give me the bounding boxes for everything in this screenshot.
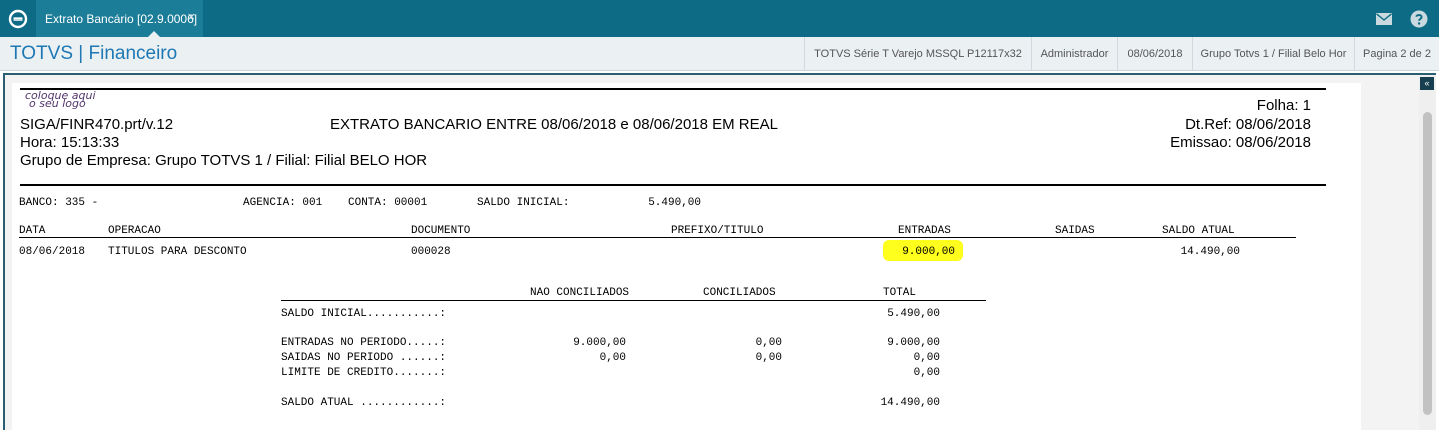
branch-info: Grupo Totvs 1 / Filial Belo Hor xyxy=(1192,37,1354,70)
totvs-logo-icon[interactable] xyxy=(0,0,36,37)
summary-entradas-nao: 9.000,00 xyxy=(573,337,626,349)
summary-col-nao-conciliados: NAO CONCILIADOS xyxy=(530,287,630,299)
summary-saldo-inicial-total: 5.490,00 xyxy=(887,308,940,320)
row-documento: 000028 xyxy=(411,246,451,258)
report-page: coloque aqui o seu logo Folha: 1 SIGA/FI… xyxy=(12,83,1361,430)
account-number: CONTA: 00001 xyxy=(348,197,428,209)
tab-title: Extrato Bancário [02.9.0006] xyxy=(45,11,198,26)
summary-header-rule xyxy=(281,300,986,301)
company-logo: coloque aqui o seu logo xyxy=(25,90,96,110)
report-viewer: « coloque aqui o seu logo Folha: 1 SIGA/… xyxy=(3,73,1436,430)
row-operacao: TITULOS PARA DESCONTO xyxy=(108,246,247,258)
summary-saidas-nao: 0,00 xyxy=(599,352,626,364)
summary-limite-label: LIMITE DE CREDITO.......: xyxy=(281,367,447,379)
initial-balance-label: SALDO INICIAL: xyxy=(477,197,570,209)
summary-col-total: TOTAL xyxy=(883,287,917,299)
summary-limite-total: 0,00 xyxy=(913,367,940,379)
collapse-panel-icon[interactable]: « xyxy=(1420,77,1434,90)
row-saldo-atual: 14.490,00 xyxy=(1180,246,1240,258)
environment-info: TOTVS Série T Varejo MSSQL P12117x32 xyxy=(804,37,1031,70)
help-icon[interactable] xyxy=(1409,9,1429,29)
app-title: TOTVS | Financeiro xyxy=(10,43,178,64)
summary-saldo-atual-label: SALDO ATUAL ............: xyxy=(281,397,447,409)
report-title: EXTRATO BANCARIO ENTRE 08/06/2018 e 08/0… xyxy=(330,116,778,133)
tab-extrato-bancario[interactable]: Extrato Bancário [02.9.0006] × xyxy=(36,0,203,37)
top-bar: Extrato Bancário [02.9.0006] × xyxy=(0,0,1439,37)
header-top-rule xyxy=(20,88,1326,90)
summary-entradas-conc: 0,00 xyxy=(755,337,782,349)
date-info: 08/06/2018 xyxy=(1117,37,1192,70)
title-bar: TOTVS | Financeiro TOTVS Série T Varejo … xyxy=(0,37,1439,71)
emission-date: Emissao: 08/06/2018 xyxy=(1170,134,1311,151)
summary-entradas-total: 9.000,00 xyxy=(887,337,940,349)
page-number: Folha: 1 xyxy=(1256,97,1311,114)
scrollbar-thumb[interactable] xyxy=(1423,112,1432,415)
agency: AGENCIA: 001 xyxy=(243,197,323,209)
mail-icon[interactable] xyxy=(1374,9,1394,29)
column-header-rule xyxy=(19,237,1296,238)
initial-balance-value: 5.490,00 xyxy=(648,197,701,209)
logo-line-2: o seu logo xyxy=(29,97,86,110)
bank-code: BANCO: 335 - xyxy=(19,197,99,209)
summary-saidas-label: SAIDAS NO PERIODO ......: xyxy=(281,352,447,364)
user-info: Administrador xyxy=(1031,37,1117,70)
row-entradas: 9.000,00 xyxy=(902,246,955,258)
summary-saldo-inicial-label: SALDO INICIAL...........: xyxy=(281,308,447,320)
row-data: 08/06/2018 xyxy=(19,246,86,258)
summary-col-conciliados: CONCILIADOS xyxy=(703,287,776,299)
program-name: SIGA/FINR470.prt/v.12 xyxy=(20,116,174,133)
summary-saidas-conc: 0,00 xyxy=(755,352,782,364)
reference-date: Dt.Ref: 08/06/2018 xyxy=(1185,116,1311,133)
close-tab-icon[interactable]: × xyxy=(187,10,195,23)
summary-entradas-label: ENTRADAS NO PERIODO.....: xyxy=(281,337,447,349)
summary-saidas-total: 0,00 xyxy=(913,352,940,364)
header-bottom-rule xyxy=(20,184,1326,186)
pagination-info: Pagina 2 de 2 xyxy=(1354,37,1439,70)
report-time: Hora: 15:13:33 xyxy=(20,134,120,151)
summary-saldo-atual-total: 14.490,00 xyxy=(880,397,940,409)
company-group: Grupo de Empresa: Grupo TOTVS 1 / Filial… xyxy=(20,152,428,169)
